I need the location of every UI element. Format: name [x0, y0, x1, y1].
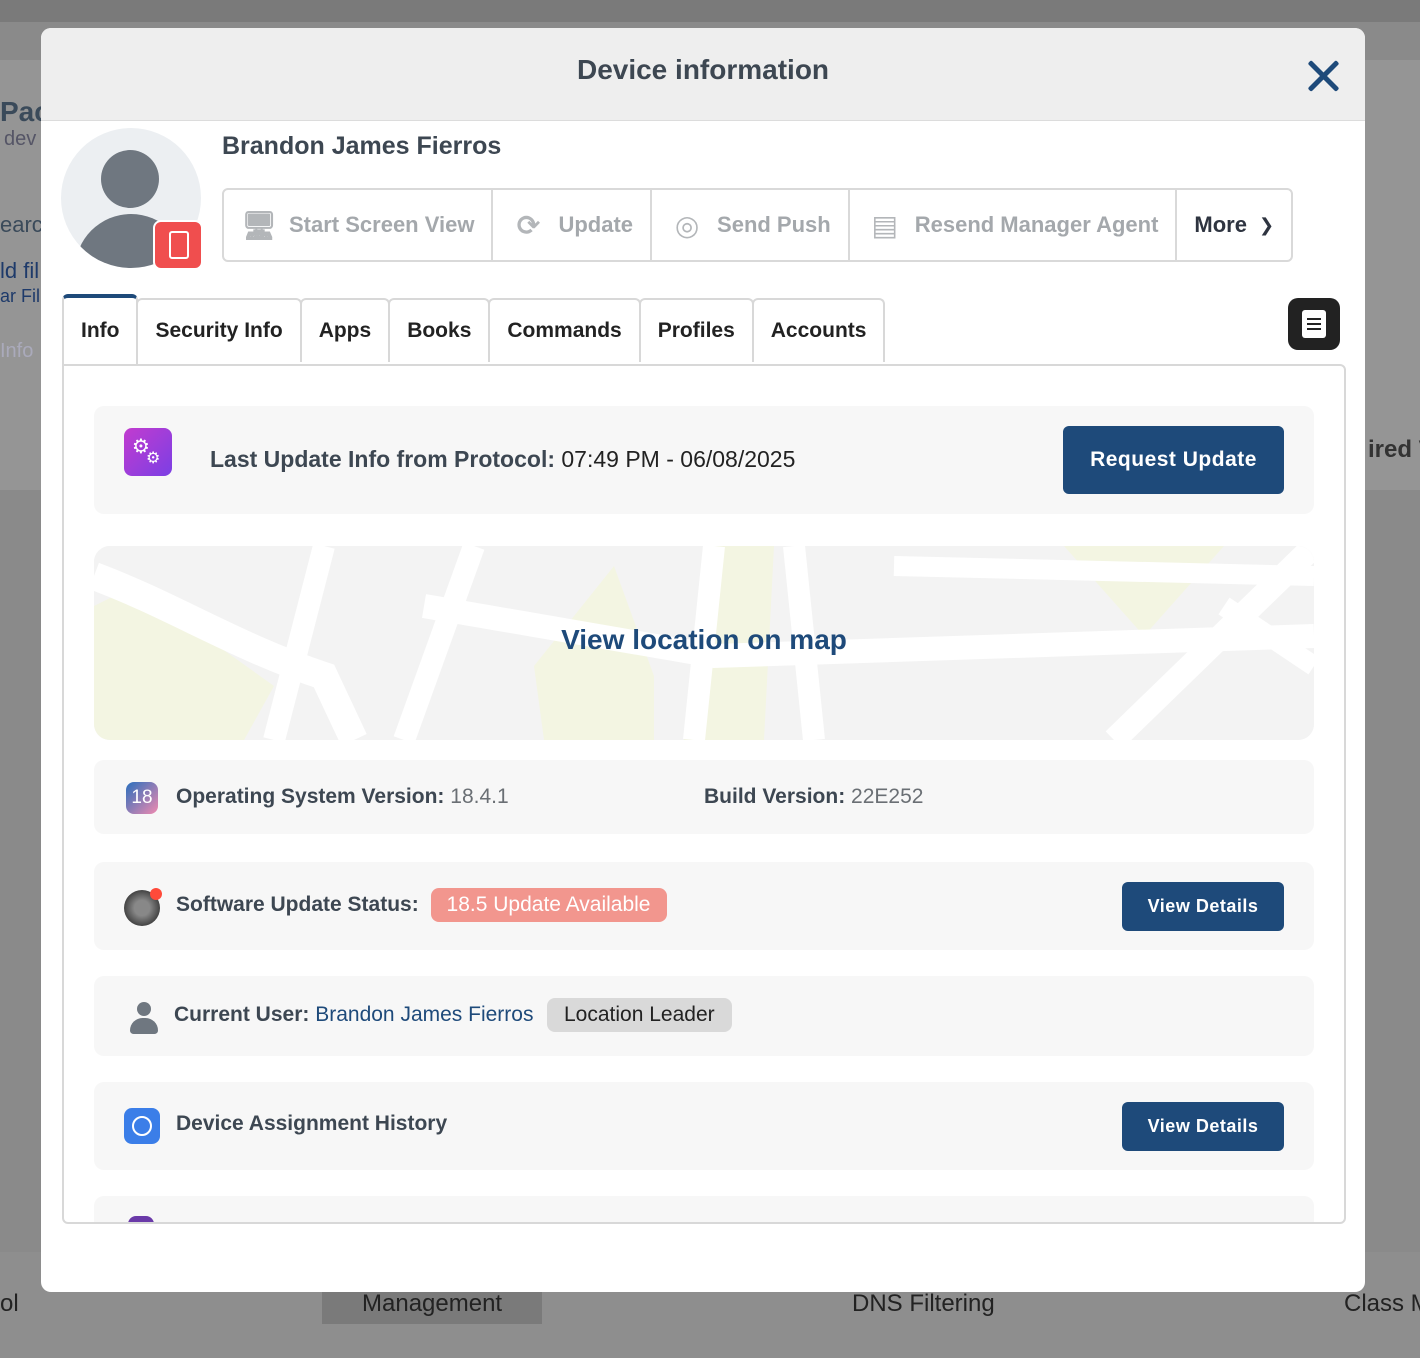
device-info-modal: Device information Brandon James Fierros…	[41, 28, 1365, 1292]
user-role-badge: Location Leader	[547, 998, 732, 1032]
tab-profiles[interactable]: Profiles	[638, 298, 754, 362]
tab-apps[interactable]: Apps	[299, 298, 391, 362]
tab-books[interactable]: Books	[388, 298, 491, 362]
screen-view-icon: 🖥	[241, 209, 277, 241]
software-update-label: Software Update Status:	[176, 893, 419, 916]
start-screen-view-button[interactable]: 🖥 Start Screen View	[224, 190, 494, 260]
tab-security-info[interactable]: Security Info	[136, 298, 302, 362]
action-toolbar: 🖥 Start Screen View ⟳ Update ◎ Send Push…	[222, 188, 1294, 262]
background-nav-tab-class: Class M	[1344, 1290, 1420, 1317]
update-available-badge: 18.5 Update Available	[430, 888, 667, 922]
view-details-button[interactable]: View Details	[1122, 882, 1284, 931]
background-text: ar Fil	[0, 286, 40, 306]
os-version-card: 18 Operating System Version: 18.4.1 Buil…	[94, 760, 1314, 834]
ios-version-icon: 18	[126, 782, 158, 814]
next-card	[94, 1196, 1314, 1222]
tab-info[interactable]: Info	[62, 294, 139, 364]
resend-icon: ▤	[871, 209, 898, 241]
user-icon	[128, 1002, 160, 1036]
settings-icon	[124, 888, 162, 926]
tab-commands[interactable]: Commands	[488, 298, 641, 362]
current-user-link[interactable]: Brandon James Fierros	[315, 1003, 533, 1026]
close-icon[interactable]	[1305, 58, 1341, 94]
build-version-value: 22E252	[851, 785, 924, 808]
assignment-history-card: Device Assignment History View Details	[94, 1082, 1314, 1170]
user-name: Brandon James Fierros	[222, 132, 502, 160]
last-update-value: 07:49 PM - 06/08/2025	[561, 446, 796, 472]
modal-header: Device information	[41, 28, 1365, 121]
os-version-label: Operating System Version:	[176, 785, 445, 808]
last-update-label: Last Update Info from Protocol:	[210, 446, 555, 472]
build-version-label: Build Version:	[704, 785, 846, 808]
current-user-label: Current User:	[174, 1003, 310, 1026]
send-push-button[interactable]: ◎ Send Push	[652, 190, 850, 260]
push-icon: ◎	[674, 209, 700, 241]
tab-bar: Info Security Info Apps Books Commands P…	[62, 294, 886, 364]
os-version-value: 18.4.1	[450, 785, 509, 808]
chevron-down-icon: ❯	[1258, 214, 1275, 235]
view-details-button[interactable]: View Details	[1122, 1102, 1284, 1151]
request-update-button[interactable]: Request Update	[1063, 426, 1284, 494]
user-circle-icon	[124, 1108, 160, 1144]
update-button[interactable]: ⟳ Update	[493, 190, 653, 260]
resend-manager-agent-button[interactable]: ▤ Resend Manager Agent	[850, 190, 1178, 260]
background-text: dev	[4, 128, 37, 150]
more-dropdown[interactable]: More ❯	[1177, 190, 1291, 260]
background-nav-tab: ol	[0, 1290, 19, 1317]
tab-accounts[interactable]: Accounts	[751, 298, 886, 362]
software-update-card: Software Update Status: 18.5 Update Avai…	[94, 862, 1314, 950]
current-user-card: Current User: Brandon James Fierros Loca…	[94, 976, 1314, 1056]
info-panel: ⚙ ⚙ Last Update Info from Protocol: 07:4…	[62, 364, 1346, 1224]
background-text: earc	[0, 212, 43, 237]
settings-gears-icon: ⚙ ⚙	[124, 428, 172, 476]
assignment-history-label: Device Assignment History	[176, 1112, 448, 1135]
background-text: ld fil	[0, 258, 40, 283]
view-location-link[interactable]: View location on map	[94, 624, 1314, 656]
background-top-bar	[0, 0, 1420, 22]
modal-title: Device information	[576, 54, 830, 85]
background-text: ired V	[1368, 436, 1420, 463]
last-update-card: ⚙ ⚙ Last Update Info from Protocol: 07:4…	[94, 406, 1314, 514]
clipboard-icon[interactable]	[1288, 298, 1340, 350]
tablet-icon	[153, 220, 203, 270]
list-item-icon	[128, 1216, 154, 1222]
location-map: View location on map	[94, 546, 1314, 740]
background-text: Info	[0, 340, 34, 362]
refresh-icon: ⟳	[516, 209, 541, 241]
background-nav-tab-dns: DNS Filtering	[852, 1290, 995, 1317]
